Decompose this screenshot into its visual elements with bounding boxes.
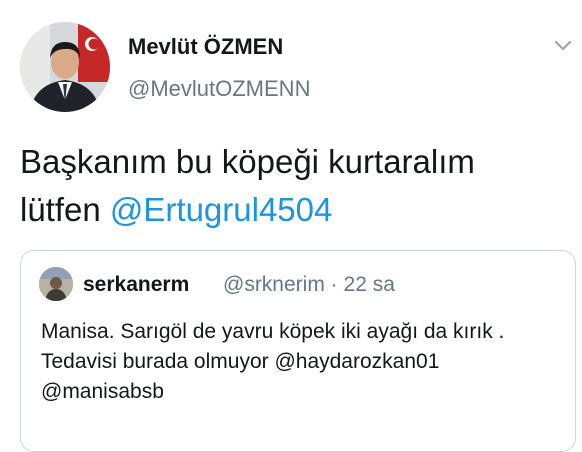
- quoted-author-avatar[interactable]: [39, 267, 73, 301]
- quoted-author-handle[interactable]: @srknerim: [223, 273, 325, 296]
- meta-separator: ·: [330, 273, 338, 296]
- author-name[interactable]: Mevlüt ÖZMEN: [128, 34, 283, 60]
- quoted-author-name[interactable]: serkanerm: [83, 273, 189, 297]
- tweet-text: Başkanım bu köpeği kurtaralım lütfen @Er…: [20, 138, 560, 234]
- author-handle[interactable]: @MevlutOZMENN: [128, 76, 310, 102]
- author-avatar[interactable]: [20, 22, 110, 112]
- mention-link[interactable]: @Ertugrul4504: [110, 191, 332, 228]
- avatar-photo: [20, 22, 110, 112]
- chevron-down-icon[interactable]: [552, 34, 574, 56]
- quoted-meta: @srknerim · 22 sa: [223, 273, 395, 297]
- quoted-timestamp[interactable]: 22 sa: [344, 273, 395, 296]
- quoted-tweet-text: Manisa. Sarıgöl de yavru köpek iki ayağı…: [41, 320, 505, 403]
- quoted-avatar-photo: [39, 267, 73, 301]
- quoted-tweet[interactable]: serkanerm @srknerim · 22 sa Manisa. Sarı…: [20, 250, 576, 452]
